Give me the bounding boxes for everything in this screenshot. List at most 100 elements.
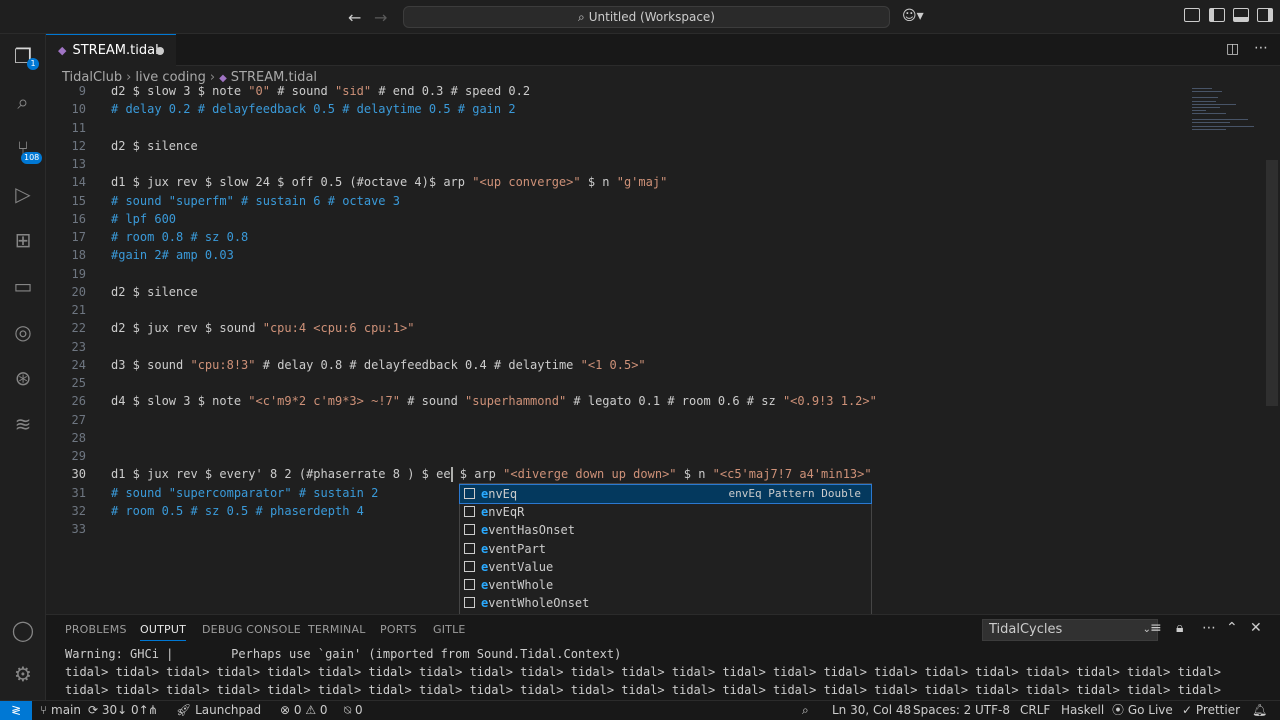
remote-explorer-icon[interactable]: ▭: [11, 274, 35, 298]
copilot-icon[interactable]: ☺▾: [902, 8, 924, 24]
code-line[interactable]: 19: [46, 265, 1186, 283]
code-line[interactable]: 24 d3 $ sound "cpu:8!3" # delay 0.8 # del…: [46, 356, 1186, 374]
problems-status[interactable]: ⊗ 0 ⚠ 0: [280, 701, 328, 720]
language-mode[interactable]: Haskell: [1061, 701, 1104, 720]
suggestion-item[interactable]: envEqR: [460, 503, 871, 521]
launchpad-status[interactable]: 🚀︎ Launchpad: [176, 701, 261, 720]
lock-icon[interactable]: 🔒︎: [1176, 620, 1183, 636]
code-line[interactable]: 22 d2 $ jux rev $ sound "cpu:4 <cpu:6 cpu…: [46, 319, 1186, 337]
go-live-button[interactable]: ⦿ Go Live: [1112, 701, 1173, 720]
encoding[interactable]: UTF-8: [975, 701, 1010, 720]
breadcrumb-item[interactable]: TidalClub: [62, 70, 122, 85]
more-actions-icon[interactable]: ⋯: [1254, 40, 1268, 56]
code-line[interactable]: 9 d2 $ slow 3 $ note "0" # sound "sid" # …: [46, 86, 1186, 100]
cursor-position[interactable]: Ln 30, Col 48: [832, 701, 911, 720]
suggestion-label: eventHasOnset: [481, 521, 575, 539]
manage-gear-icon[interactable]: ⚙: [11, 662, 35, 686]
breadcrumb-item[interactable]: STREAM.tidal: [231, 70, 317, 85]
code-line[interactable]: 15 # sound "superfm" # sustain 6 # octave…: [46, 192, 1186, 210]
more-actions-icon[interactable]: ⋯: [1202, 620, 1216, 636]
code-line[interactable]: 29: [46, 447, 1186, 465]
suggestion-item[interactable]: eventWholeOnset: [460, 594, 871, 612]
suggestion-item[interactable]: eventHasOnset: [460, 521, 871, 539]
zoom-icon[interactable]: ⌕: [802, 701, 809, 720]
toggle-secondary-sidebar-icon[interactable]: [1257, 8, 1273, 22]
code-line[interactable]: 21: [46, 301, 1186, 319]
code-line[interactable]: 27: [46, 411, 1186, 429]
maximize-panel-icon[interactable]: ⌃: [1226, 620, 1238, 636]
suggestion-item[interactable]: eventPart: [460, 540, 871, 558]
code-line[interactable]: 18 #gain 2# amp 0.03: [46, 246, 1186, 264]
line-number: 12: [71, 138, 86, 153]
symbol-variable-icon: [464, 542, 475, 554]
tab-stream-tidal[interactable]: ◆ STREAM.tidal: [46, 34, 176, 66]
code-line[interactable]: 10 # delay 0.2 # delayfeedback 0.5 # dela…: [46, 100, 1186, 118]
string-token: "cpu:4 <cpu:6 cpu:1>": [262, 321, 415, 336]
customize-layout-icon[interactable]: [1184, 8, 1200, 22]
gitlens-inspect-icon[interactable]: ⊛: [11, 366, 35, 390]
minimap[interactable]: [1188, 86, 1268, 146]
gitlens-icon[interactable]: ◎: [11, 320, 35, 344]
tab-terminal[interactable]: TERMINAL: [308, 623, 366, 636]
tab-gitlens[interactable]: GITLE: [433, 623, 466, 636]
code-line[interactable]: 25: [46, 374, 1186, 392]
code-line[interactable]: 12 d2 $ silence: [46, 137, 1186, 155]
symbol-variable-icon: [464, 597, 475, 609]
output-channel-select[interactable]: TidalCycles ⌄: [982, 619, 1158, 641]
breadcrumb-item[interactable]: live coding: [135, 70, 206, 85]
search-icon[interactable]: ⌕: [11, 90, 35, 114]
explorer-icon[interactable]: ❐ 1: [11, 44, 39, 70]
output-channel-value: TidalCycles: [989, 622, 1063, 637]
suggestion-item[interactable]: eventValue: [460, 558, 871, 576]
comment-token: # delay 0.2 # delayfeedback 0.5 # delayt…: [111, 102, 516, 117]
accounts-icon[interactable]: ◯: [11, 618, 35, 642]
close-panel-icon[interactable]: ✕: [1250, 620, 1262, 636]
code-line[interactable]: 11: [46, 119, 1186, 137]
code-line[interactable]: 28: [46, 429, 1186, 447]
editor-scrollbar[interactable]: [1266, 160, 1278, 406]
unsaved-dot-icon[interactable]: [156, 47, 164, 55]
arrow-right-icon[interactable]: →: [374, 8, 387, 27]
tab-debug-console[interactable]: DEBUG CONSOLE: [202, 623, 301, 636]
sync-status[interactable]: ⟳ 30↓ 0↑: [88, 701, 149, 720]
code-line[interactable]: 26 d4 $ slow 3 $ note "<c'm9*2 c'm9*3> ~!…: [46, 392, 1186, 410]
line-ending[interactable]: CRLF: [1020, 701, 1050, 720]
ports-status[interactable]: ⍉ 0: [344, 701, 363, 720]
remote-indicator-icon[interactable]: ≷: [0, 701, 32, 720]
suggestion-rest: nvEq: [488, 487, 518, 501]
code-line[interactable]: 23: [46, 338, 1186, 356]
arrow-left-icon[interactable]: ←: [348, 8, 361, 27]
line-number: 11: [71, 120, 86, 135]
suggestion-rest: nvEqR: [488, 505, 525, 520]
notifications-bell-icon[interactable]: 🔔︎: [1252, 701, 1267, 720]
extensions-icon[interactable]: ⊞: [11, 228, 35, 252]
suggestion-item[interactable]: envEq envEq Pattern Double: [459, 484, 872, 504]
run-debug-icon[interactable]: ▷: [11, 182, 35, 206]
toggle-panel-icon[interactable]: [1233, 8, 1249, 22]
split-editor-icon[interactable]: ◫: [1226, 41, 1239, 57]
chevron-right-icon: ›: [126, 70, 132, 85]
code-line[interactable]: 13: [46, 155, 1186, 173]
code-line[interactable]: 16 # lpf 600: [46, 210, 1186, 228]
branch-status[interactable]: ⑂ main: [40, 701, 81, 720]
toggle-sidebar-icon[interactable]: [1209, 8, 1225, 22]
code-line[interactable]: 14 d1 $ jux rev $ slow 24 $ off 0.5 (#oct…: [46, 173, 1186, 191]
tab-output[interactable]: OUTPUT: [140, 623, 187, 641]
code-line[interactable]: 17 # room 0.8 # sz 0.8: [46, 228, 1186, 246]
string-token: "<0.9!3 1.2>": [782, 394, 877, 409]
graph-icon[interactable]: ⋔: [148, 701, 158, 720]
command-center[interactable]: ⌕ Untitled (Workspace): [403, 6, 890, 28]
source-control-icon[interactable]: ⑂ 108: [11, 136, 43, 164]
code-line[interactable]: 20 d2 $ silence: [46, 283, 1186, 301]
code-line[interactable]: 30 d1 $ jux rev $ every' 8 2 (#phaserrate…: [46, 465, 1186, 483]
indentation[interactable]: Spaces: 2: [913, 701, 971, 720]
tab-problems[interactable]: PROBLEMS: [65, 623, 127, 636]
code-token: d1 $ jux rev $ every' 8 2 (#phaserrate 8…: [111, 467, 451, 482]
line-number: 22: [71, 321, 86, 336]
string-token: "cpu:8!3": [190, 357, 256, 372]
tab-ports[interactable]: PORTS: [380, 623, 417, 636]
list-filter-icon[interactable]: ≡: [1150, 620, 1162, 636]
suggestion-item[interactable]: eventWhole: [460, 576, 871, 594]
docker-icon[interactable]: ≋: [11, 412, 35, 436]
prettier-button[interactable]: ✓ Prettier: [1182, 701, 1240, 720]
